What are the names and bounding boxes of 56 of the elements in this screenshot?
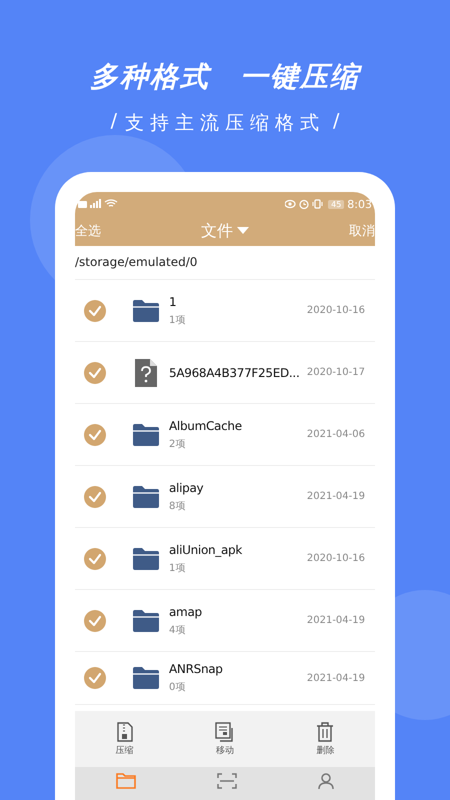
folder-icon — [133, 424, 159, 446]
profile-tab[interactable] — [318, 772, 334, 791]
unknown-file-icon — [135, 358, 157, 387]
compress-button[interactable]: 压缩 — [116, 722, 134, 757]
battery-level: 45 — [328, 200, 344, 208]
headline-text: 一键压缩 — [240, 59, 360, 95]
file-date: 2020-10-16 — [306, 553, 365, 564]
checkbox[interactable] — [84, 486, 106, 508]
zip-file-icon — [116, 722, 133, 742]
delete-button[interactable]: 删除 — [316, 722, 334, 757]
file-name: 5A968A4B377F25ED... — [169, 366, 300, 380]
file-name: aliUnion_apk — [169, 542, 244, 557]
move-file-icon — [214, 722, 235, 742]
file-date: 2021-04-06 — [306, 429, 365, 440]
item-count: 4项 — [169, 624, 186, 637]
checkbox[interactable] — [84, 424, 106, 446]
file-name: amap — [169, 604, 203, 619]
caret-icon[interactable] — [237, 227, 249, 235]
file-date: 2021-04-19 — [306, 491, 365, 502]
slash: / — [110, 110, 117, 134]
path-text: /storage/emulated/0 — [75, 246, 375, 280]
checkbox[interactable] — [84, 362, 106, 384]
folder-icon — [133, 610, 159, 632]
checkbox[interactable] — [84, 548, 106, 570]
trash-icon — [316, 722, 334, 742]
scan-icon — [216, 772, 237, 789]
item-count: 2项 — [169, 438, 186, 451]
folder-icon — [133, 548, 159, 570]
file-name: 1 — [169, 294, 178, 309]
file-date: 2021-04-19 — [306, 672, 365, 684]
file-name: AlbumCache — [169, 418, 243, 433]
person-icon — [318, 772, 334, 789]
scan-tab[interactable] — [216, 772, 237, 791]
move-button[interactable]: 移动 — [214, 722, 235, 757]
headline-text: 多种格式 — [90, 59, 210, 95]
folder-icon — [133, 300, 159, 322]
file-name: ANRSnap — [169, 662, 224, 676]
item-count: 8项 — [169, 500, 186, 513]
subtitle-text: 支持主流压缩格式 — [125, 111, 325, 136]
checkbox[interactable] — [84, 667, 106, 690]
checkbox[interactable] — [84, 300, 106, 322]
folder-icon — [133, 667, 159, 690]
item-count: 1项 — [169, 562, 186, 575]
file-name: alipay — [169, 480, 204, 495]
file-date: 2020-10-16 — [306, 305, 365, 316]
folder-icon — [116, 772, 136, 789]
checkbox[interactable] — [84, 610, 106, 632]
slash: / — [333, 110, 340, 134]
status-icons — [285, 199, 326, 209]
item-count: 1项 — [169, 314, 186, 327]
file-date: 2020-10-17 — [306, 367, 365, 378]
file-date: 2021-04-19 — [306, 615, 365, 626]
clock-time: 8:03 — [347, 198, 372, 210]
files-tab[interactable] — [116, 772, 136, 791]
folder-icon — [133, 486, 159, 508]
item-count: 0项 — [169, 681, 186, 694]
